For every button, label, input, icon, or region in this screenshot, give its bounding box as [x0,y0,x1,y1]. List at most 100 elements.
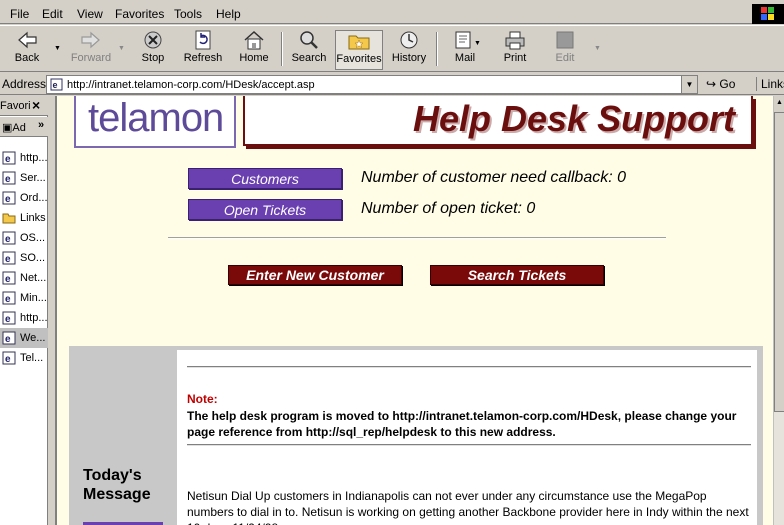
address-label: Address [2,77,47,91]
close-icon[interactable]: × [32,97,40,113]
favorites-item[interactable]: e SO... [0,248,48,268]
ie-page-icon: e [2,331,16,345]
favorites-item-label: http... [20,152,48,164]
favorites-item[interactable]: e We... [0,328,48,348]
windows-logo-icon [752,4,784,24]
message-text: Netisun Dial Up customers in Indianapoli… [187,489,749,525]
help-desk-banner: Help Desk Support [243,96,753,146]
address-dropdown-icon[interactable]: ▼ [681,76,697,93]
menu-bar: File Edit View Favorites Tools Help [0,0,784,24]
chevron-right-icon[interactable]: » [38,119,44,131]
message-sidebar: Today's Message [69,346,175,525]
menu-favorites[interactable]: Favorites [115,7,164,21]
refresh-button[interactable]: Refresh [180,30,226,70]
refresh-icon [195,30,211,50]
address-url-text: http://intranet.telamon-corp.com/HDesk/a… [67,79,315,91]
address-bar: Address e http://intranet.telamon-corp.c… [0,73,784,95]
home-icon [244,30,264,50]
forward-button[interactable]: Forward [68,30,114,70]
address-input[interactable]: e http://intranet.telamon-corp.com/HDesk… [46,75,698,94]
svg-text:e: e [53,80,58,90]
favorites-item[interactable]: e http... [0,148,48,168]
menu-view[interactable]: View [77,7,103,21]
menu-tools[interactable]: Tools [174,7,202,21]
divider [187,366,751,368]
divider [168,237,666,239]
favorites-item[interactable]: e Net... [0,268,48,288]
go-label: Go [719,77,736,91]
favorites-item[interactable]: e http... [0,308,48,328]
favorites-item-label: Ord... [20,192,48,204]
page-icon: e [50,78,63,91]
svg-text:e: e [5,234,11,245]
favorites-item[interactable]: e Min... [0,288,48,308]
search-tickets-button[interactable]: Search Tickets [430,265,604,285]
favorites-item[interactable]: e Ser... [0,168,48,188]
favorites-item-label: Links [20,212,46,224]
forward-dropdown-icon[interactable]: ▼ [118,45,125,52]
menu-help[interactable]: Help [216,7,241,21]
favorites-item-label: Tel... [20,352,44,364]
home-button[interactable]: Home [234,30,274,70]
add-favorite-button[interactable]: ▣Ad » [0,117,48,137]
history-label: History [391,52,427,64]
favorites-item-label: Min... [20,292,47,304]
favorites-pane-header: Favori × [0,96,48,116]
ie-page-icon: e [2,271,16,285]
mail-button[interactable]: Mail [445,30,485,70]
print-label: Print [503,52,527,64]
enter-new-customer-button[interactable]: Enter New Customer [228,265,402,285]
callback-status: Number of customer need callback: 0 [361,169,627,186]
print-button[interactable]: Print [494,30,536,70]
page-content: telamon Help Desk Support Customers Numb… [55,96,773,525]
open-tickets-button[interactable]: Open Tickets [188,199,342,220]
back-arrow-icon [18,31,37,49]
edit-page-icon [556,31,574,49]
customers-button[interactable]: Customers [188,168,342,189]
mail-dropdown-icon[interactable]: ▼ [474,40,481,47]
search-label: Search [291,52,327,64]
menu-file[interactable]: File [10,7,29,21]
ie-page-icon: e [2,171,16,185]
history-button[interactable]: History [389,30,429,70]
refresh-label: Refresh [183,52,223,64]
favorites-item-label: OS... [20,232,46,244]
standard-toolbar: Back ▼ Forward ▼ Stop Refresh Home Searc… [0,25,784,72]
divider [187,444,751,446]
open-ticket-status: Number of open ticket: 0 [361,200,536,217]
favorites-item[interactable]: Links [0,208,48,228]
stop-button[interactable]: Stop [134,30,172,70]
favorites-item[interactable]: e OS... [0,228,48,248]
menu-edit[interactable]: Edit [42,7,63,21]
vertical-scrollbar[interactable]: ▲ [773,96,784,525]
note-text: The help desk program is moved to http:/… [187,409,737,439]
telamon-logo: telamon [74,96,236,148]
go-button[interactable]: ↪ Go [706,77,735,91]
add-favorite-label: ▣Ad [2,122,26,134]
message-body: Note: The help desk program is moved to … [177,350,757,525]
back-dropdown-icon[interactable]: ▼ [54,45,61,52]
favorites-item-label: SO... [20,252,46,264]
history-icon [400,31,418,49]
edit-button[interactable]: Edit [544,30,586,70]
note-label: Note: [187,392,218,406]
favorites-item[interactable]: e Ord... [0,188,48,208]
todays-message-panel: Today's Message Note: The help desk progr… [69,346,763,525]
search-button[interactable]: Search [288,30,330,70]
edit-dropdown-icon[interactable]: ▼ [594,45,601,52]
scroll-thumb[interactable] [774,112,784,412]
svg-text:e: e [5,294,11,305]
svg-text:e: e [5,354,11,365]
scroll-up-icon[interactable]: ▲ [774,96,784,112]
favorites-item-label: http... [20,312,48,324]
toolbar-separator [436,32,438,66]
favorites-item[interactable]: e Tel... [0,348,48,368]
banner-title: Help Desk Support [413,98,736,139]
favorites-button[interactable]: Favorites [335,30,383,70]
back-button[interactable]: Back [6,30,48,70]
folder-icon [2,213,16,224]
forward-arrow-icon [81,31,100,49]
svg-text:e: e [5,274,11,285]
links-button[interactable]: Links [756,77,784,91]
back-label: Back [14,52,40,64]
